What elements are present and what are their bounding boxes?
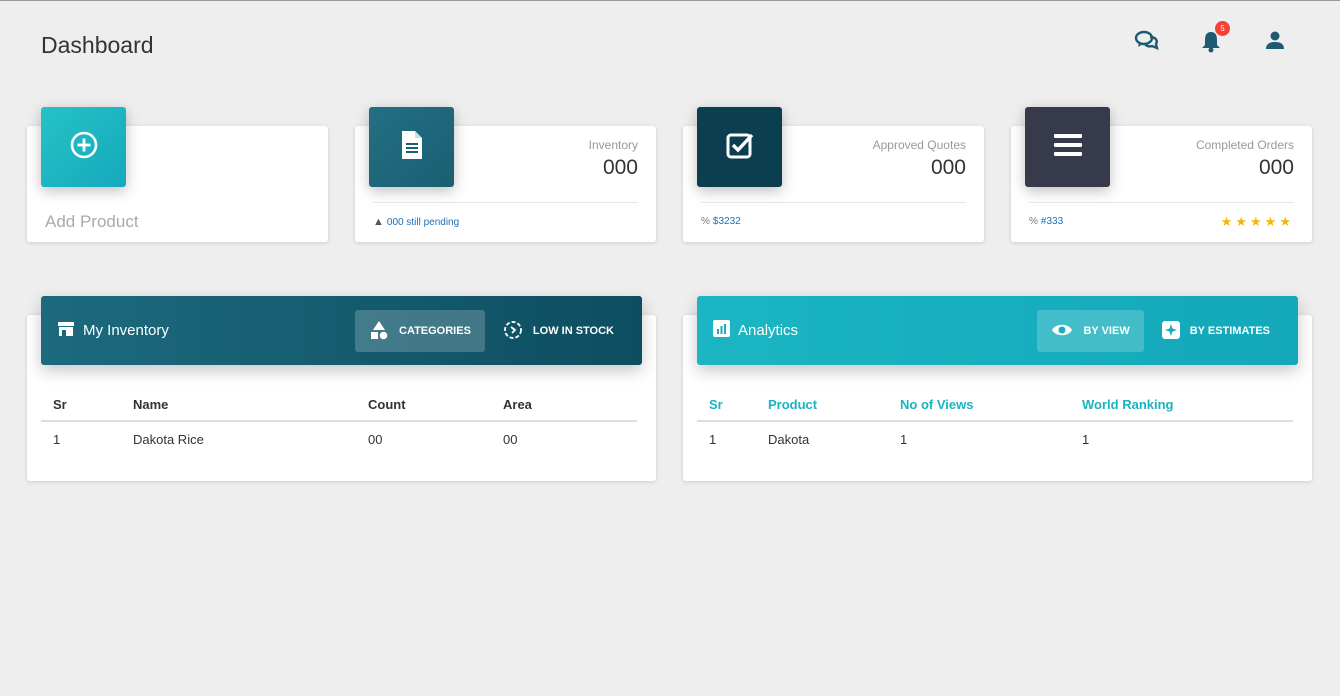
star-rating: ★★★★★: [1220, 214, 1294, 229]
column-header: Name: [121, 391, 356, 422]
bar-chart-icon: [713, 320, 730, 341]
tab-low-in-stock-label: LOW IN STOCK: [532, 325, 614, 337]
timer-icon: [503, 320, 523, 343]
column-header: World Ranking: [1070, 391, 1293, 422]
tab-by-view-label: BY VIEW: [1083, 325, 1130, 337]
page-title: Dashboard: [41, 32, 154, 58]
notifications-icon[interactable]: 5: [1198, 21, 1230, 53]
tab-low-in-stock[interactable]: LOW IN STOCK: [489, 310, 628, 352]
shapes-icon: [369, 320, 389, 343]
inventory-footer[interactable]: ▲ 000 still pending: [373, 216, 459, 228]
tab-by-estimates[interactable]: BY ESTIMATES: [1148, 310, 1284, 352]
divider: [701, 202, 966, 203]
table-cell: 1: [53, 432, 61, 447]
store-icon: [57, 321, 75, 341]
table-cell: 1: [1082, 432, 1090, 447]
document-icon: [400, 130, 424, 165]
tab-categories[interactable]: CATEGORIES: [355, 310, 485, 352]
table-header-row: Sr Product No of Views World Ranking: [697, 391, 1293, 422]
quotes-footer[interactable]: % $3232: [701, 216, 741, 227]
analytics-panel-title: Analytics: [713, 320, 798, 341]
inventory-panel-title-text: My Inventory: [83, 322, 169, 339]
analytics-table: Sr Product No of Views World Ranking 1 D…: [697, 391, 1293, 455]
table-cell: 00: [368, 432, 383, 447]
notification-badge: 5: [1215, 21, 1230, 36]
quotes-tile: [697, 107, 782, 187]
table-cell: 1: [709, 432, 717, 447]
inventory-pending-text: 000 still pending: [386, 216, 460, 228]
warning-icon: ▲: [373, 216, 384, 228]
analytics-panel: Analytics BY VIEW BY ESTIMATES Sr Produc…: [683, 296, 1312, 481]
orders-value: 000: [1258, 156, 1294, 179]
column-header: Area: [491, 391, 637, 422]
analytics-tabs: BY VIEW BY ESTIMATES: [1037, 310, 1284, 352]
table-header-row: Sr Name Count Area: [41, 391, 637, 422]
user-icon[interactable]: [1262, 29, 1288, 53]
column-header: Count: [356, 391, 491, 422]
column-header: Sr: [41, 391, 121, 422]
checkbox-icon: [725, 130, 755, 165]
orders-number: #333: [1040, 216, 1064, 227]
inventory-value: 000: [602, 156, 638, 179]
orders-footer[interactable]: % #333: [1029, 216, 1063, 227]
table-cell: Dakota Rice: [133, 432, 204, 447]
add-product-label: Add Product: [45, 212, 139, 231]
quotes-amount: $3232: [712, 216, 741, 227]
divider: [373, 202, 638, 203]
link-icon: %: [1029, 216, 1038, 227]
eye-icon: [1051, 322, 1073, 341]
table-cell: 00: [503, 432, 518, 447]
sparkle-icon: [1161, 320, 1180, 342]
add-circle-icon: [67, 128, 101, 167]
table-cell: Dakota: [768, 432, 810, 447]
column-header: Product: [756, 391, 888, 422]
analytics-panel-title-text: Analytics: [738, 322, 799, 339]
column-header: No of Views: [888, 391, 1070, 422]
link-icon: %: [701, 216, 710, 227]
tab-by-view[interactable]: BY VIEW: [1037, 310, 1144, 352]
analytics-panel-header: Analytics BY VIEW BY ESTIMATES: [697, 296, 1298, 365]
table-row: 1 Dakota 1 1: [697, 421, 1293, 455]
chat-icon[interactable]: [1134, 29, 1160, 53]
top-bar: Dashboard 5: [0, 1, 1340, 81]
inventory-panel: My Inventory CATEGORIES LOW IN STOCK Sr …: [27, 296, 656, 481]
approved-quotes-card: Approved Quotes 000 % $3232: [683, 107, 984, 242]
menu-lines-icon: [1053, 132, 1083, 163]
inventory-panel-header: My Inventory CATEGORIES LOW IN STOCK: [41, 296, 642, 365]
divider: [1029, 202, 1294, 203]
inventory-table: Sr Name Count Area 1 Dakota Rice 00 00: [41, 391, 637, 455]
tab-by-estimates-label: BY ESTIMATES: [1189, 325, 1270, 337]
add-product-card[interactable]: Add Product: [27, 107, 328, 242]
column-header: Sr: [697, 391, 756, 422]
quotes-value: 000: [930, 156, 966, 179]
top-actions: 5: [1134, 21, 1288, 53]
orders-label: Completed Orders: [1195, 138, 1294, 152]
table-row: 1 Dakota Rice 00 00: [41, 421, 637, 455]
add-product-tile[interactable]: [41, 107, 126, 187]
inventory-tile: [369, 107, 454, 187]
inventory-label: Inventory: [588, 138, 638, 152]
table-cell: 1: [900, 432, 908, 447]
inventory-panel-title: My Inventory: [57, 321, 169, 341]
quotes-label: Approved Quotes: [872, 138, 966, 152]
completed-orders-card: Completed Orders 000 % #333 ★★★★★: [1011, 107, 1312, 242]
inventory-card: Inventory 000 ▲ 000 still pending: [355, 107, 656, 242]
tab-categories-label: CATEGORIES: [399, 325, 471, 337]
orders-tile: [1025, 107, 1110, 187]
inventory-tabs: CATEGORIES LOW IN STOCK: [355, 310, 628, 352]
